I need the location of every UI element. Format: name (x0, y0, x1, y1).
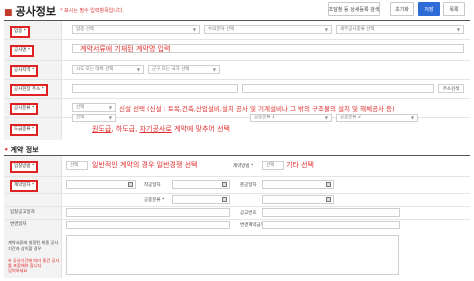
work-class-label: 공종분류 * (144, 198, 165, 203)
memo-textarea[interactable] (66, 235, 399, 275)
memo-label: 계약서류에 설정된 최종 공사기간과 상이할 경우 (8, 240, 59, 251)
change-date-label: 변경일자 (10, 222, 27, 227)
save-button[interactable]: 저장 (418, 2, 440, 16)
region-select[interactable]: 시도 또는 대륙 선택 ▼ (72, 65, 144, 74)
row-divider (4, 98, 470, 99)
contract-date-label: 계약일자 * (10, 180, 39, 192)
calendar-icon[interactable] (326, 197, 331, 202)
name-label: 공사명 * (10, 45, 35, 57)
work-class-extra-input[interactable] (262, 195, 334, 204)
category-label: 공사분류 * (10, 103, 39, 115)
chevron-down-icon: ▼ (324, 27, 328, 32)
chevron-down-icon: ▼ (136, 67, 140, 72)
label-cell: 도급종류 * (4, 118, 62, 140)
chevron-down-icon: ▼ (410, 115, 414, 120)
chevron-down-icon: ▼ (108, 105, 112, 110)
calendar-icon[interactable] (128, 182, 133, 187)
chevron-down-icon: ▼ (212, 67, 216, 72)
calendar-icon[interactable] (222, 197, 227, 202)
work-class-input[interactable] (172, 195, 230, 204)
bullet-icon: • (4, 146, 9, 154)
contract-kind-label: 도급종류 * (10, 124, 39, 136)
chevron-down-icon: ▼ (108, 115, 112, 120)
row-divider (4, 60, 470, 61)
memo-note: ※ 공사기간에 따라 중간 공사를 포함해야 합니다 입력하세요 (8, 258, 60, 273)
notice-number-label: 공고번호 (240, 211, 257, 216)
row-divider (4, 193, 470, 194)
contract-section-title: • 계약 정보 (4, 146, 39, 154)
bid-method-select[interactable]: 선택 (66, 161, 88, 170)
page-title: ■ 공사정보 (4, 5, 56, 18)
address-search-button[interactable]: 주소검색 (438, 84, 464, 93)
contract-kind-annotation: 원도급, 하도급, 자기공사로 계약에 맞추어 선택 (92, 125, 230, 133)
contract-type-label: 계약방법 * (233, 164, 254, 169)
label-cell: 공사현장 주소 * (4, 80, 62, 98)
label-cell: 업종 * (4, 21, 62, 39)
row-divider (4, 219, 470, 220)
end-date-label: 준공일자 (240, 183, 257, 188)
memo-label-cell: 계약서류에 설정된 최종 공사기간과 상이할 경우 ※ 공사기간에 따라 중간 … (4, 230, 62, 278)
label-cell: 입찰방법 * (4, 156, 62, 176)
contract-kind-select[interactable]: 선택 ▼ (72, 114, 116, 122)
address-detail-input[interactable] (242, 84, 434, 93)
section-divider (4, 155, 470, 156)
contract-type-select[interactable]: 선택 (262, 161, 284, 170)
title-square-icon: ■ (4, 8, 13, 18)
contract-type-annotation: 기타 선택 (286, 161, 314, 169)
calendar-icon[interactable] (326, 182, 331, 187)
change-amount-input[interactable] (262, 221, 400, 229)
start-date-input[interactable] (172, 180, 230, 189)
chevron-down-icon: ▼ (456, 27, 460, 32)
contract-date-input[interactable] (66, 180, 136, 189)
location-label: 공사지역 * (10, 65, 39, 77)
notice-date-input[interactable] (66, 208, 230, 217)
label-cell: 공사분류 * (4, 99, 62, 117)
address-label: 공사현장 주소 * (10, 84, 48, 96)
work-detail-select[interactable]: 세부공사종류 선택 ▼ (336, 25, 464, 34)
row-divider (4, 79, 470, 80)
change-date-input[interactable] (66, 221, 230, 229)
reset-button[interactable]: 초기화 (390, 2, 414, 16)
label-cell: 공사지역 * (4, 61, 62, 79)
work-type-select[interactable]: 업종 선택 ▼ (72, 25, 200, 34)
label-cell: 공사명 * (4, 40, 62, 60)
label-cell (4, 194, 62, 206)
label-cell: 입찰공고일자 (4, 207, 62, 219)
label-cell: 계약일자 * (4, 177, 62, 193)
bid-method-label: 입찰방법 * (10, 161, 39, 173)
category-select[interactable]: 선택 ▼ (72, 103, 116, 112)
section-divider (4, 20, 470, 21)
category-annotation: 신설 선택 (신설 : 토목,건축,산업설비,설치 공사 및 기계설비나 그 밖… (119, 105, 395, 113)
notice-date-label: 입찰공고일자 (10, 210, 35, 215)
work-type-label: 업종 * (10, 26, 30, 38)
row-divider (4, 206, 470, 207)
row-divider (4, 39, 470, 40)
district-select[interactable]: 군구 또는 국가 선택 ▼ (148, 65, 220, 74)
work-class1-select[interactable]: 공종분류 1 ▼ (250, 114, 332, 122)
start-date-label: 착공일자 (144, 183, 161, 188)
row-divider (4, 176, 470, 177)
search-prev-button[interactable]: 조달청 등 상세등록 검색 (328, 2, 380, 16)
label-cell: 변경일자 (4, 220, 62, 230)
end-date-input[interactable] (262, 180, 334, 189)
name-annotation: 계약서류에 기재된 계약명 입력 (80, 45, 171, 53)
address-input[interactable] (72, 84, 238, 93)
notice-number-input[interactable] (262, 208, 400, 217)
work-class2-select[interactable]: 공종분류 2 ▼ (336, 114, 418, 122)
chevron-down-icon: ▼ (192, 27, 196, 32)
required-note: * 표시는 필수 입력항목입니다. (60, 8, 125, 14)
list-button[interactable]: 목록 (443, 2, 465, 16)
chevron-down-icon: ▼ (324, 115, 328, 120)
bid-method-annotation: 일반적인 계약의 경우 일반경쟁 선택 (92, 161, 198, 169)
calendar-icon[interactable] (222, 182, 227, 187)
work-field-select[interactable]: 수의분야 선택 ▼ (204, 25, 332, 34)
